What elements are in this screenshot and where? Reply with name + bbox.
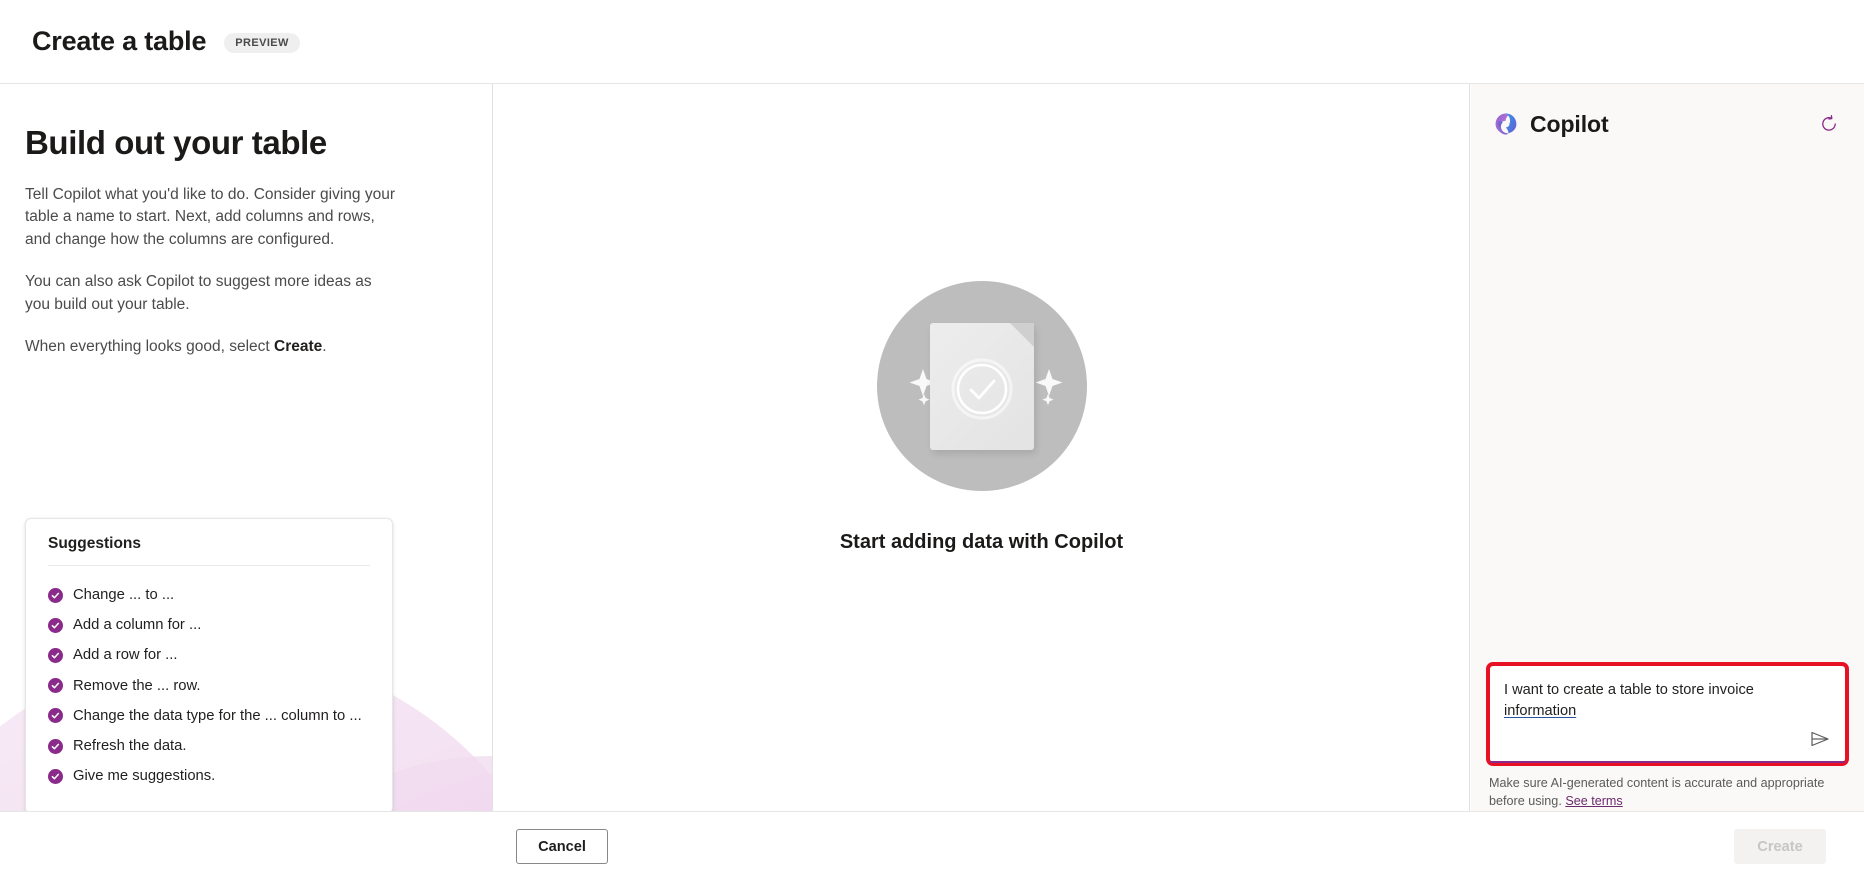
table-preview-pane: Start adding data with Copilot <box>494 84 1470 811</box>
copilot-conversation-area <box>1471 146 1864 665</box>
suggestions-title: Suggestions <box>48 535 370 566</box>
instructions-paragraph-3-pre: When everything looks good, select <box>25 338 274 356</box>
suggestion-item[interactable]: Give me suggestions. <box>48 761 370 791</box>
ai-disclaimer: Make sure AI-generated content is accura… <box>1471 763 1864 811</box>
ai-disclaimer-text: Make sure AI-generated content is accura… <box>1489 776 1825 809</box>
instructions-paragraph-3: When everything looks good, select Creat… <box>25 336 397 358</box>
suggestion-item-label: Change ... to ... <box>73 587 175 603</box>
empty-state-caption: Start adding data with Copilot <box>839 531 1124 553</box>
suggestion-item[interactable]: Change the data type for the ... column … <box>48 701 370 731</box>
instructions-paragraph-2: You can also ask Copilot to suggest more… <box>25 273 372 313</box>
copilot-composer-wrap: I want to create a table to store invoic… <box>1471 662 1864 767</box>
page-header: Create a table PREVIEW <box>0 0 1864 84</box>
instructions-paragraph-3-post: . <box>322 338 327 356</box>
suggestion-item-label: Add a column for ... <box>73 617 202 634</box>
suggestion-item[interactable]: Change ... to ... <box>48 580 370 610</box>
suggestion-item[interactable]: Remove the ... row. <box>48 671 370 701</box>
suggestion-item-label: Remove the ... row. <box>73 677 201 694</box>
check-circle-icon <box>48 647 63 663</box>
suggestion-item-label: Give me suggestions. <box>73 768 216 785</box>
suggestions-card: Suggestions Change ... to ... Add a colum… <box>25 518 393 811</box>
send-icon[interactable] <box>1805 724 1835 754</box>
document-fold-corner <box>1009 322 1034 347</box>
copilot-prompt-input[interactable]: I want to create a table to store invoic… <box>1486 662 1849 767</box>
check-circle-icon <box>48 738 63 754</box>
body-region: Build out your table Tell Copilot what y… <box>0 84 1864 811</box>
check-circle-icon <box>48 708 63 724</box>
refresh-icon[interactable] <box>1816 111 1842 137</box>
suggestions-list: Change ... to ... Add a column for ... Add… <box>48 580 370 791</box>
suggestion-item-label: Add a row for ... <box>73 647 178 664</box>
check-circle-icon <box>48 678 63 694</box>
suggestion-item-label: Change the data type for the ... column … <box>73 707 362 724</box>
copilot-header: Copilot <box>1471 84 1864 146</box>
create-a-table-page: Create a table PREVIEW Build out your ta… <box>0 0 1864 881</box>
page-title: Create a table <box>32 26 207 56</box>
instructions-paragraph-1: Tell Copilot what you'd like to do. Cons… <box>25 185 395 248</box>
suggestion-item[interactable]: Add a row for ... <box>48 640 370 670</box>
check-circle-icon <box>48 617 63 633</box>
check-circle-icon <box>951 358 1012 420</box>
create-emphasis: Create <box>274 338 323 356</box>
preview-badge: PREVIEW <box>224 32 300 53</box>
suggestion-item[interactable]: Add a column for ... <box>48 610 370 640</box>
prompt-text-part: I want to create a table to store invoic… <box>1504 682 1754 699</box>
document-shape-icon <box>929 322 1034 450</box>
copilot-pane: Copilot I want to create a table to stor… <box>1471 84 1864 811</box>
empty-state-illustration <box>876 281 1087 491</box>
instructions-pane: Build out your table Tell Copilot what y… <box>0 84 493 811</box>
page-footer: Cancel Create <box>0 811 1864 881</box>
cancel-button[interactable]: Cancel <box>516 829 608 864</box>
copilot-prompt-text: I want to create a table to store invoic… <box>1504 680 1801 722</box>
see-terms-link[interactable]: See terms <box>1565 794 1622 808</box>
create-button[interactable]: Create <box>1734 829 1826 864</box>
copilot-title: Copilot <box>1530 110 1609 137</box>
copilot-logo-icon <box>1495 113 1517 135</box>
instructions-heading: Build out your table <box>25 124 327 161</box>
check-circle-icon <box>48 587 63 603</box>
suggestion-item-label: Refresh the data. <box>73 737 187 754</box>
check-circle-icon <box>48 768 63 784</box>
prompt-text-misspelled: information <box>1504 703 1577 720</box>
suggestion-item[interactable]: Refresh the data. <box>48 731 370 761</box>
